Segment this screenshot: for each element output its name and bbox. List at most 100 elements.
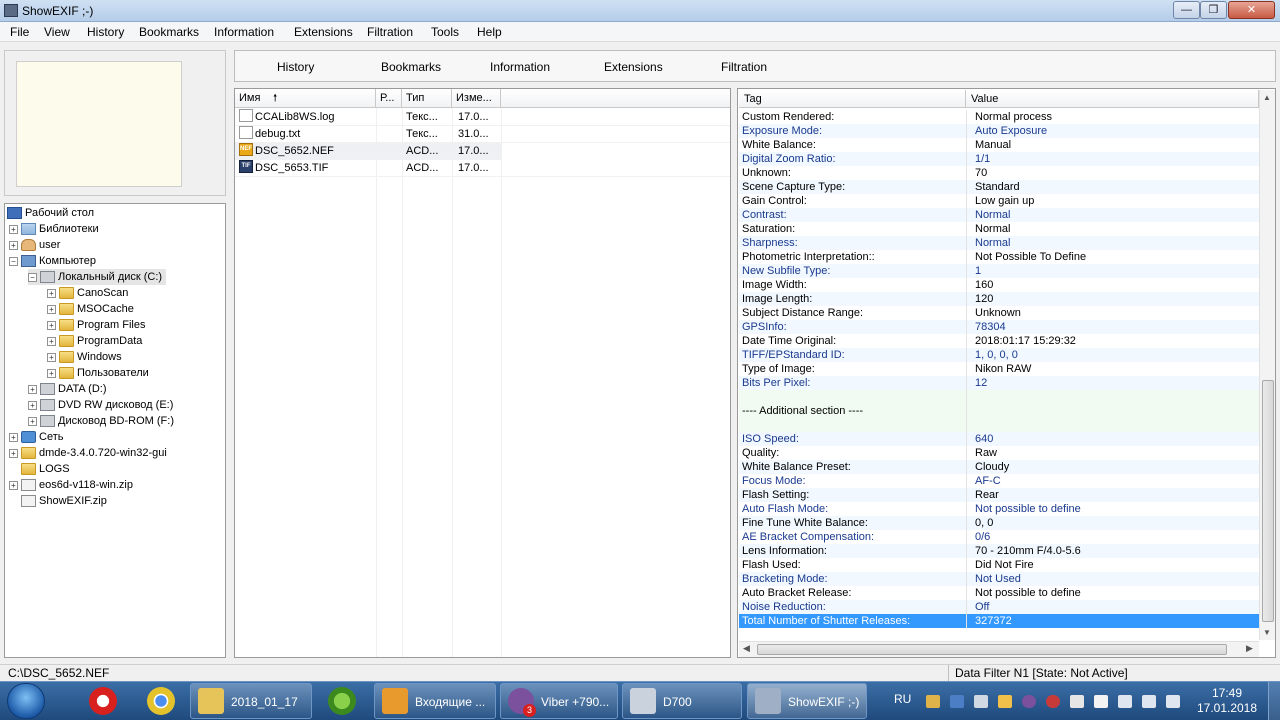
tray-antivirus-icon[interactable] xyxy=(1046,695,1060,708)
tree-item-drive-c[interactable]: − Локальный диск (C:) xyxy=(28,269,167,285)
tree-item-program-files[interactable]: + Program Files xyxy=(47,317,145,333)
column-modified[interactable]: Изме... xyxy=(452,89,501,108)
expand-icon[interactable]: + xyxy=(9,240,18,250)
tray-display-icon[interactable] xyxy=(1142,695,1156,708)
tray-folder-icon[interactable] xyxy=(926,695,940,708)
menu-help[interactable]: Help xyxy=(477,25,502,39)
horizontal-scrollbar[interactable]: ◀ ▶ xyxy=(739,641,1259,657)
tray-usb-icon[interactable] xyxy=(1094,695,1108,708)
task-showexif[interactable]: ShowEXIF ;-) xyxy=(747,683,867,719)
tree-item-drive-d[interactable]: + DATA (D:) xyxy=(28,381,106,397)
exif-row[interactable]: Photometric Interpretation:: Not Possible… xyxy=(739,250,1259,264)
collapse-icon[interactable]: − xyxy=(28,272,37,282)
scroll-right-icon[interactable]: ▶ xyxy=(1246,643,1253,654)
exif-row[interactable]: ISO Speed: 640 xyxy=(739,432,1259,446)
column-size[interactable]: Р... xyxy=(376,89,402,108)
exif-row[interactable]: Saturation: Normal xyxy=(739,222,1259,236)
tree-item-libraries[interactable]: + Библиотеки xyxy=(9,221,99,237)
tab-filtration[interactable]: Filtration xyxy=(721,60,767,74)
tree-item-user[interactable]: + user xyxy=(9,237,60,253)
close-button[interactable]: ✕ xyxy=(1228,1,1275,19)
opera-pinned-icon[interactable] xyxy=(75,684,131,718)
exif-section-header[interactable]: ---- Additional section ---- xyxy=(739,404,1259,418)
tree-item-logs[interactable]: LOGS xyxy=(9,461,70,477)
exif-row[interactable]: Contrast: Normal xyxy=(739,208,1259,222)
tree-item-eos6d-zip[interactable]: + eos6d-v118-win.zip xyxy=(9,477,133,493)
exif-row[interactable]: Auto Bracket Release: Not possible to def… xyxy=(739,586,1259,600)
tray-action-center-icon[interactable] xyxy=(1166,695,1180,708)
clock[interactable]: 17:49 17.01.2018 xyxy=(1192,686,1262,716)
exif-row[interactable]: Digital Zoom Ratio: 1/1 xyxy=(739,152,1259,166)
tree-item-users[interactable]: + Пользователи xyxy=(47,365,149,381)
tab-information[interactable]: Information xyxy=(490,60,550,74)
expand-icon[interactable]: + xyxy=(9,432,18,442)
menu-filtration[interactable]: Filtration xyxy=(367,25,413,39)
expand-icon[interactable]: + xyxy=(9,448,18,458)
exif-row[interactable]: Image Length: 120 xyxy=(739,292,1259,306)
menu-bookmarks[interactable]: Bookmarks xyxy=(139,25,199,39)
expand-icon[interactable]: + xyxy=(28,400,37,410)
expand-icon[interactable]: + xyxy=(9,480,18,490)
tray-flag-icon[interactable] xyxy=(1070,695,1084,708)
scroll-up-icon[interactable]: ▲ xyxy=(1263,93,1271,102)
folder-tree[interactable]: Рабочий стол + Библиотеки + user − Компьюте… xyxy=(4,203,226,658)
menu-extensions[interactable]: Extensions xyxy=(294,25,353,39)
start-button[interactable] xyxy=(7,683,45,719)
task-explorer[interactable]: 2018_01_17 xyxy=(190,683,312,719)
expand-icon[interactable]: + xyxy=(47,320,56,330)
exif-row[interactable]: Noise Reduction: Off xyxy=(739,600,1259,614)
tree-item-computer[interactable]: − Компьютер xyxy=(9,253,96,269)
exif-row[interactable]: Unknown: 70 xyxy=(739,166,1259,180)
vertical-scrollbar[interactable]: ▲ ▼ xyxy=(1259,90,1275,640)
exif-row[interactable]: Lens Information: 70 - 210mm F/4.0-5.6 xyxy=(739,544,1259,558)
app-pinned-icon[interactable] xyxy=(314,684,370,718)
exif-row[interactable]: Bracketing Mode: Not Used xyxy=(739,572,1259,586)
expand-icon[interactable]: + xyxy=(28,384,37,394)
tree-item-drive-e[interactable]: + DVD RW дисковод (E:) xyxy=(28,397,173,413)
menu-information[interactable]: Information xyxy=(214,25,274,39)
tab-bookmarks[interactable]: Bookmarks xyxy=(381,60,441,74)
scroll-down-icon[interactable]: ▼ xyxy=(1263,628,1271,637)
collapse-icon[interactable]: − xyxy=(9,256,18,266)
expand-icon[interactable]: + xyxy=(47,352,56,362)
column-value[interactable]: Value xyxy=(966,90,1259,108)
exif-row[interactable]: Scene Capture Type: Standard xyxy=(739,180,1259,194)
exif-row[interactable]: GPSInfo: 78304 xyxy=(739,320,1259,334)
scroll-left-icon[interactable]: ◀ xyxy=(743,643,750,654)
expand-icon[interactable]: + xyxy=(47,336,56,346)
expand-icon[interactable]: + xyxy=(9,224,18,234)
file-row[interactable]: debug.txt Текс... 31.0... xyxy=(235,126,730,143)
tab-history[interactable]: History xyxy=(277,60,314,74)
menu-view[interactable]: View xyxy=(44,25,70,39)
exif-row[interactable]: Quality: Raw xyxy=(739,446,1259,460)
exif-row[interactable]: Gain Control: Low gain up xyxy=(739,194,1259,208)
exif-row[interactable]: TIFF/EPStandard ID: 1, 0, 0, 0 xyxy=(739,348,1259,362)
tree-item-programdata[interactable]: + ProgramData xyxy=(47,333,142,349)
exif-row[interactable]: Flash Setting: Rear xyxy=(739,488,1259,502)
menu-tools[interactable]: Tools xyxy=(431,25,459,39)
tray-viber-icon[interactable] xyxy=(1022,695,1036,708)
column-name[interactable]: Имя 🠕 xyxy=(235,89,376,108)
scroll-thumb[interactable] xyxy=(1262,380,1274,622)
exif-row[interactable]: Bits Per Pixel: 12 xyxy=(739,376,1259,390)
exif-row[interactable]: White Balance Preset: Cloudy xyxy=(739,460,1259,474)
tray-network-icon[interactable] xyxy=(974,695,988,708)
tree-item-showexif-zip[interactable]: ShowEXIF.zip xyxy=(9,493,107,509)
exif-row[interactable]: Exposure Mode: Auto Exposure xyxy=(739,124,1259,138)
exif-row[interactable]: Date Time Original: 2018:01:17 15:29:32 xyxy=(739,334,1259,348)
tab-extensions[interactable]: Extensions xyxy=(604,60,663,74)
file-list[interactable]: Имя 🠕 Р... Тип Изме... CCALib8WS.log Тек… xyxy=(234,88,731,658)
chrome-pinned-icon[interactable] xyxy=(133,684,189,718)
tray-volume-icon[interactable] xyxy=(1118,695,1132,708)
exif-row[interactable] xyxy=(739,390,1259,404)
tray-mail-icon[interactable] xyxy=(998,695,1012,708)
exif-row[interactable]: Fine Tune White Balance: 0, 0 xyxy=(739,516,1259,530)
exif-row[interactable]: New Subfile Type: 1 xyxy=(739,264,1259,278)
minimize-button[interactable]: — xyxy=(1173,1,1200,19)
expand-icon[interactable]: + xyxy=(47,368,56,378)
task-viber[interactable]: 3 Viber +790... xyxy=(500,683,618,719)
tree-item-network[interactable]: + Сеть xyxy=(9,429,63,445)
expand-icon[interactable]: + xyxy=(28,416,37,426)
exif-table[interactable]: Tag Value Custom Rendered: Normal process… xyxy=(737,88,1276,658)
exif-row[interactable]: Subject Distance Range: Unknown xyxy=(739,306,1259,320)
